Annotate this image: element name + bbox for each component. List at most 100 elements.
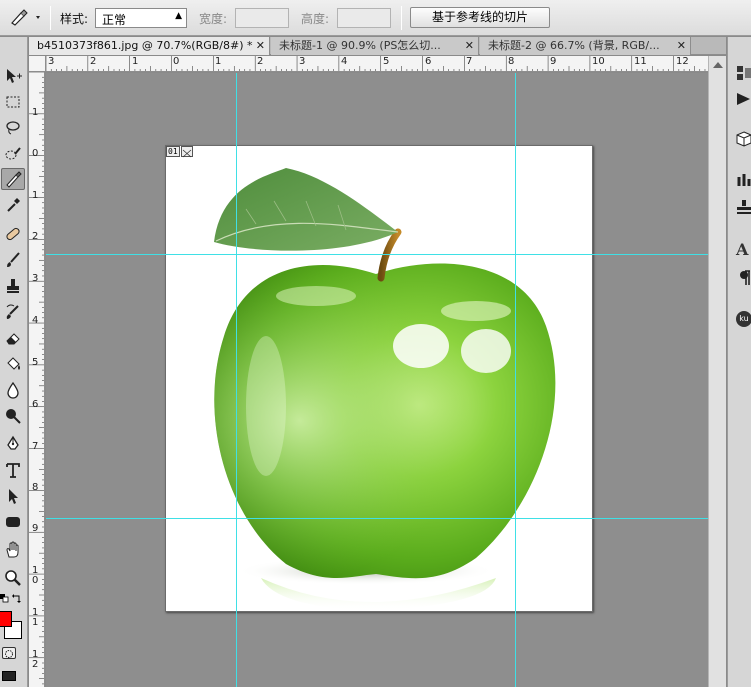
grid-icon — [737, 66, 751, 80]
tab-document-1[interactable]: b4510373f861.jpg @ 70.7%(RGB/8#) * ✕ — [29, 37, 270, 55]
slice-image-icon — [180, 146, 193, 158]
tab-document-2[interactable]: 未标题-1 @ 90.9% (PS怎么切... ✕ — [271, 37, 479, 55]
ruler-label: 3 — [48, 56, 55, 67]
clone-source-icon — [737, 200, 751, 214]
move-icon — [7, 69, 22, 83]
drop-icon — [7, 381, 19, 399]
quick-mask-button[interactable] — [2, 647, 16, 659]
style-select[interactable]: 正常 ▲ — [95, 8, 187, 28]
panel-character-button[interactable]: A — [736, 239, 751, 259]
ruler-label: 6 — [32, 399, 39, 410]
eyedropper-tool[interactable] — [1, 194, 25, 216]
ruler-label: 0 — [32, 148, 39, 159]
slice-tool[interactable] — [1, 168, 25, 190]
slice-badge[interactable]: 01 — [166, 146, 193, 158]
vertical-guide[interactable] — [515, 73, 516, 687]
vertical-guide[interactable] — [236, 73, 237, 687]
lasso-tool[interactable] — [1, 117, 25, 139]
lasso-icon — [6, 121, 20, 135]
width-field[interactable] — [235, 8, 289, 28]
ruler-label: 1 — [215, 56, 222, 67]
green-apple-image — [214, 168, 556, 611]
pen-icon — [7, 435, 19, 450]
ruler-label: 5 — [383, 56, 390, 67]
document-tabs: b4510373f861.jpg @ 70.7%(RGB/8#) * ✕ 未标题… — [29, 37, 726, 55]
pen-tool[interactable] — [1, 433, 25, 455]
ruler-label: 8 — [32, 482, 39, 493]
panel-actions-button[interactable] — [736, 89, 751, 109]
cube-icon — [736, 131, 751, 147]
type-tool[interactable] — [1, 459, 25, 481]
knife-icon — [6, 171, 22, 188]
brush-tool[interactable] — [1, 249, 25, 271]
ruler-label: 5 — [32, 357, 39, 368]
eraser-icon — [6, 333, 20, 345]
close-icon[interactable]: ✕ — [465, 37, 474, 54]
document-canvas[interactable] — [165, 145, 593, 612]
vertical-scrollbar[interactable] — [708, 56, 726, 687]
horizontal-ruler[interactable]: 3 2 1 0 1 2 3 4 5 6 7 8 9 10 11 12 — [46, 56, 708, 72]
pilcrow-icon — [740, 270, 750, 285]
panel-plugin-button[interactable]: ku — [736, 309, 751, 329]
slice-tool-icon — [11, 9, 40, 26]
ruler-origin[interactable] — [29, 56, 46, 72]
healing-brush-tool[interactable] — [1, 223, 25, 245]
quick-mask-icon — [5, 650, 13, 658]
slices-from-guides-button[interactable]: 基于参考线的切片 — [410, 7, 550, 28]
path-selection-tool[interactable] — [1, 485, 25, 507]
horizontal-guide[interactable] — [46, 254, 708, 255]
tab-label: 未标题-2 @ 66.7% (背景, RGB/... — [488, 39, 660, 52]
dodge-tool[interactable] — [1, 405, 25, 427]
panel-paragraph-button[interactable] — [736, 267, 751, 287]
clone-stamp-tool[interactable] — [1, 275, 25, 297]
panel-brush-button[interactable] — [736, 169, 751, 189]
rounded-rectangle-icon — [6, 517, 20, 527]
horizontal-guide[interactable] — [46, 518, 708, 519]
paint-bucket-icon — [7, 357, 20, 370]
brush-icon — [7, 252, 20, 267]
ruler-label: 12 — [676, 56, 689, 67]
ruler-label: 1 — [32, 190, 39, 201]
default-colors-icon[interactable] — [0, 593, 10, 603]
quick-selection-icon — [5, 147, 21, 160]
panel-history-button[interactable] — [736, 63, 751, 83]
close-icon[interactable]: ✕ — [256, 37, 265, 54]
move-tool[interactable] — [1, 65, 25, 87]
hand-icon — [6, 541, 19, 558]
options-bar: 样式: 正常 ▲ 宽度: 高度: 基于参考线的切片 — [0, 0, 751, 36]
style-label: 样式: — [60, 12, 89, 26]
brush-presets-icon — [737, 174, 751, 186]
stamp-icon — [7, 279, 19, 293]
marquee-tool[interactable] — [1, 91, 25, 113]
tab-document-3[interactable]: 未标题-2 @ 66.7% (背景, RGB/... ✕ — [480, 37, 691, 55]
ruler-label: 7 — [32, 441, 39, 452]
tab-label: 未标题-1 @ 90.9% (PS怎么切... — [279, 39, 441, 52]
ruler-label: 2 — [32, 231, 39, 242]
dodge-icon — [6, 409, 21, 424]
tool-preset-picker[interactable] — [6, 8, 44, 28]
zoom-tool[interactable] — [1, 567, 25, 589]
paint-bucket-tool[interactable] — [1, 353, 25, 375]
eraser-tool[interactable] — [1, 327, 25, 349]
rectangle-shape-tool[interactable] — [1, 511, 25, 533]
foreground-color-swatch[interactable] — [0, 611, 12, 627]
history-brush-icon — [6, 304, 19, 319]
quick-selection-tool[interactable] — [1, 143, 25, 165]
style-select-value: 正常 — [102, 13, 127, 27]
panel-3d-button[interactable] — [736, 129, 751, 149]
ruler-label: 3 — [299, 56, 306, 67]
scroll-up-icon[interactable] — [713, 62, 723, 68]
screen-mode-button[interactable] — [2, 671, 16, 681]
tools-panel — [0, 37, 28, 687]
ruler-label: 7 — [466, 56, 473, 67]
vertical-ruler[interactable]: 1 0 1 2 3 4 5 6 7 8 9 10 11 12 — [29, 72, 45, 687]
type-icon — [6, 463, 20, 478]
hand-tool[interactable] — [1, 539, 25, 561]
blur-tool[interactable] — [1, 379, 25, 401]
height-field[interactable] — [337, 8, 391, 28]
ruler-label: 10 — [32, 565, 39, 586]
swap-colors-icon[interactable] — [12, 593, 22, 603]
close-icon[interactable]: ✕ — [677, 37, 686, 54]
panel-clone-source-button[interactable] — [736, 197, 751, 217]
history-brush-tool[interactable] — [1, 301, 25, 323]
